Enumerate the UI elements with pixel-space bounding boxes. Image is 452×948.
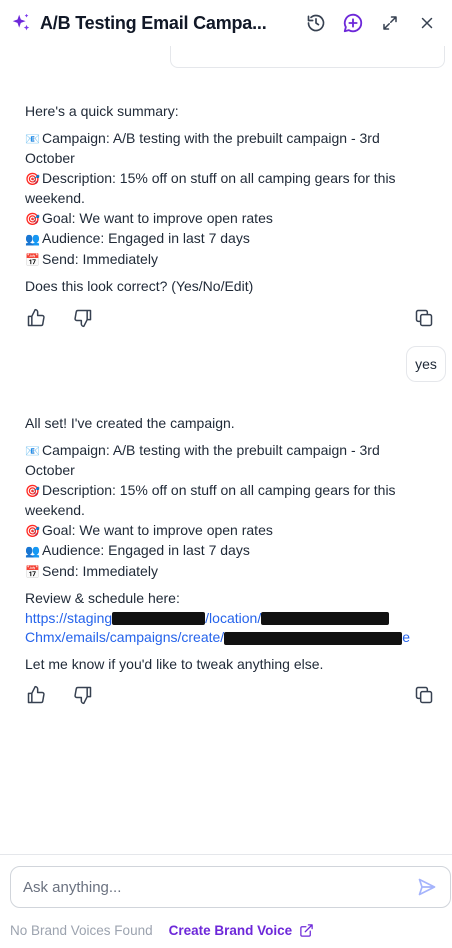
review-label: Review & schedule here: (25, 590, 180, 606)
message-intro: All set! I've created the campaign. (25, 415, 235, 431)
target-icon: 🎯 (25, 211, 40, 226)
target-icon: 🎯 (25, 171, 40, 186)
message-intro: Here's a quick summary: (25, 103, 179, 119)
redacted-text (224, 631, 403, 645)
summary-line: 🎯 Goal: We want to improve open rates (25, 209, 425, 230)
no-brand-voices-label: No Brand Voices Found (10, 922, 153, 938)
assistant-message: Here's a quick summary: 📧 Campaign: A/B t… (25, 102, 425, 297)
chat-title: A/B Testing Email Campa... (40, 12, 267, 33)
redacted-text (112, 612, 206, 626)
summary-line: 📧 Campaign: A/B testing with the prebuilt… (25, 129, 380, 167)
target-icon: 🎯 (25, 483, 40, 498)
message-actions (25, 684, 437, 708)
closing-text: Let me know if you'd like to tweak anyth… (25, 655, 324, 672)
thumbs-down-icon[interactable] (72, 307, 94, 329)
target-icon: 🎯 (25, 523, 40, 538)
summary-line: 📅 Send: Immediately (25, 562, 425, 583)
create-brand-voice-link[interactable]: Create Brand Voice (169, 923, 315, 938)
people-icon: 👥 (25, 232, 40, 246)
history-icon[interactable] (301, 8, 331, 38)
envelope-icon: 📧 (25, 131, 40, 146)
assistant-message: All set! I've created the campaign. 📧 Cam… (25, 414, 425, 674)
calendar-icon: 📅 (25, 252, 40, 267)
user-message-bubble: yes (406, 346, 446, 382)
create-brand-voice-label: Create Brand Voice (168, 922, 293, 938)
summary-line: 🎯 Description: 15% off on stuff on all ca… (25, 481, 396, 519)
summary-line: 👥 Audience: Engaged in last 7 days (25, 229, 425, 250)
summary-line: 🎯 Goal: We want to improve open rates (25, 521, 425, 542)
summary-line: 👥 Audience: Engaged in last 7 days (25, 541, 425, 562)
chat-input[interactable] (23, 878, 416, 896)
new-chat-icon[interactable] (338, 8, 368, 38)
composer-divider (0, 854, 452, 855)
sparkle-icon (10, 12, 32, 34)
expand-icon[interactable] (375, 8, 405, 38)
calendar-icon: 📅 (25, 564, 40, 579)
copy-icon[interactable] (413, 307, 435, 329)
message-actions (25, 307, 437, 331)
external-link-icon (299, 923, 314, 938)
user-message-text: yes (415, 356, 437, 372)
summary-line: 🎯 Description: 15% off on stuff on all ca… (25, 169, 396, 207)
redacted-text (261, 612, 390, 626)
envelope-icon: 📧 (25, 443, 40, 458)
previous-user-bubble (170, 46, 445, 68)
composer (10, 866, 451, 908)
copy-icon[interactable] (413, 684, 435, 706)
chat-header: A/B Testing Email Campa... (0, 0, 452, 46)
summary-line: 📧 Campaign: A/B testing with the prebuilt… (25, 441, 380, 479)
campaign-link[interactable]: https://staging/location/ (25, 609, 425, 629)
send-icon[interactable] (416, 876, 438, 898)
confirmation-question: Does this look correct? (Yes/No/Edit) (25, 278, 254, 294)
thumbs-down-icon[interactable] (72, 684, 94, 706)
thumbs-up-icon[interactable] (25, 307, 47, 329)
thumbs-up-icon[interactable] (25, 684, 47, 706)
campaign-link[interactable]: Chmx/emails/campaigns/create/e (25, 628, 425, 648)
chat-messages[interactable]: Here's a quick summary: 📧 Campaign: A/B t… (0, 46, 452, 854)
close-icon[interactable] (412, 8, 442, 38)
summary-line: 📅 Send: Immediately (25, 250, 425, 271)
people-icon: 👥 (25, 544, 40, 558)
brand-voice-footer: No Brand Voices Found Create Brand Voice (10, 919, 450, 941)
